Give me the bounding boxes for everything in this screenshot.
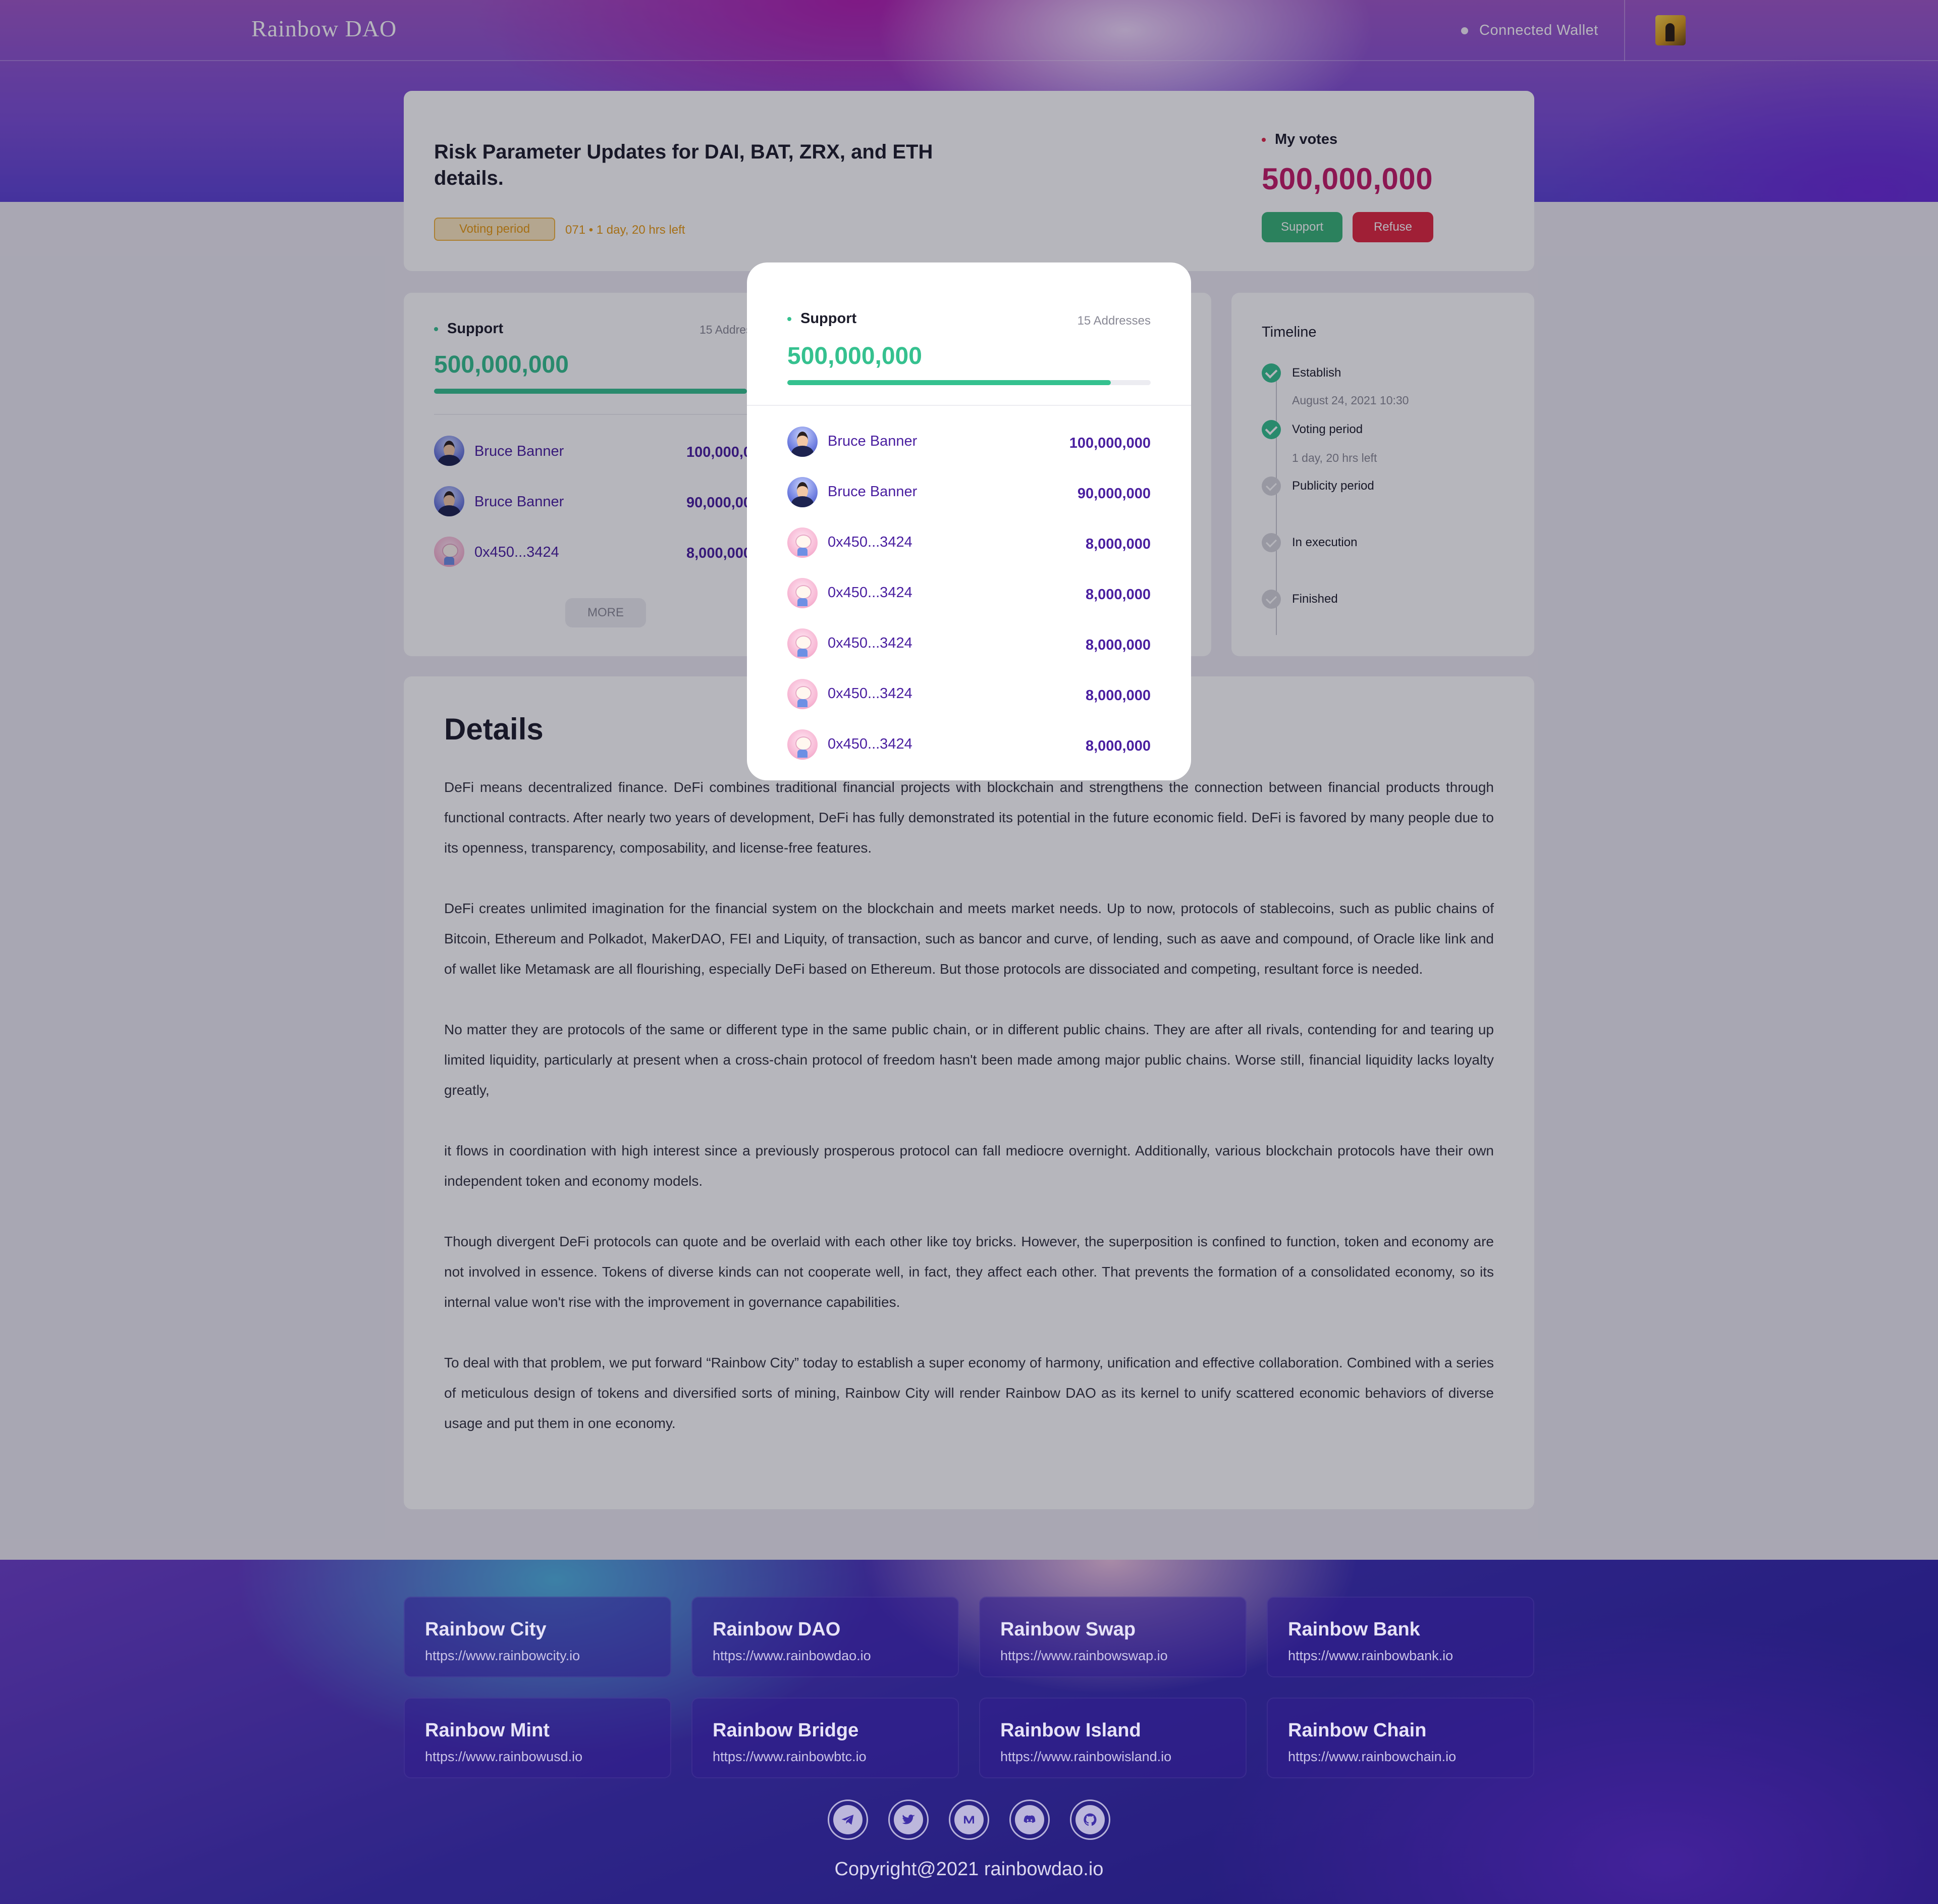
copyright: Copyright@2021 rainbowdao.io [834, 1859, 1104, 1880]
footer-shade [0, 1560, 1938, 1904]
voter-amount: 8,000,000 [1085, 536, 1151, 552]
project-url: https://www.rainbowisland.io [1000, 1749, 1172, 1764]
project-url: https://www.rainbowbank.io [1288, 1648, 1453, 1663]
project-url: https://www.rainbowusd.io [425, 1749, 583, 1764]
toy-avatar [787, 527, 818, 558]
footer-project-link[interactable]: Rainbow Island https://www.rainbowisland… [979, 1698, 1247, 1778]
twitter-glyph [902, 1814, 915, 1824]
divider [747, 405, 1191, 406]
modal-support-label-text: Support [800, 310, 857, 327]
toy-avatar [787, 578, 818, 608]
project-name: Rainbow City [425, 1619, 547, 1640]
footer-project-link[interactable]: Rainbow Swap https://www.rainbowswap.io [979, 1597, 1247, 1677]
footer-project-link[interactable]: Rainbow Bridge https://www.rainbowbtc.io [691, 1698, 959, 1778]
modal-support-label: Support [787, 310, 856, 327]
modal-progress-track [787, 380, 1151, 385]
project-name: Rainbow Mint [425, 1720, 550, 1741]
footer-project-link[interactable]: Rainbow DAO https://www.rainbowdao.io [691, 1597, 959, 1677]
medium-icon[interactable] [949, 1800, 989, 1840]
project-url: https://www.rainbowbtc.io [713, 1749, 867, 1764]
project-name: Rainbow Bank [1288, 1619, 1420, 1640]
voter-name: 0x450...3424 [828, 534, 912, 550]
project-url: https://www.rainbowdao.io [713, 1648, 871, 1663]
discord-icon[interactable] [1009, 1800, 1050, 1840]
list-item[interactable]: 0x450...3424 8,000,000 [787, 679, 1151, 709]
voter-name: 0x450...3424 [828, 585, 912, 601]
telegram-glyph [841, 1815, 854, 1825]
project-url: https://www.rainbowcity.io [425, 1648, 580, 1663]
list-item[interactable]: 0x450...3424 8,000,000 [787, 729, 1151, 760]
list-item[interactable]: 0x450...3424 8,000,000 [787, 578, 1151, 608]
voter-amount: 8,000,000 [1085, 587, 1151, 603]
person-avatar [787, 427, 818, 457]
green-dot-icon [787, 316, 791, 321]
voter-name: 0x450...3424 [828, 635, 912, 651]
project-name: Rainbow Swap [1000, 1619, 1136, 1640]
modal-address-count: 15 Addresses [1077, 314, 1151, 328]
modal-progress-fill [787, 380, 1111, 385]
project-name: Rainbow Chain [1288, 1720, 1427, 1741]
voter-name: Bruce Banner [828, 433, 918, 449]
project-name: Rainbow Island [1000, 1720, 1141, 1741]
support-voters-modal: Support 15 Addresses 500,000,000 Bruce B… [747, 262, 1191, 780]
footer-project-link[interactable]: Rainbow Bank https://www.rainbowbank.io [1267, 1597, 1534, 1677]
list-item[interactable]: 0x450...3424 8,000,000 [787, 527, 1151, 558]
project-url: https://www.rainbowchain.io [1288, 1749, 1457, 1764]
voter-name: 0x450...3424 [828, 685, 912, 702]
voter-amount: 100,000,000 [1069, 435, 1151, 451]
voter-name: 0x450...3424 [828, 736, 912, 752]
toy-avatar [787, 729, 818, 760]
footer-project-link[interactable]: Rainbow Chain https://www.rainbowchain.i… [1267, 1698, 1534, 1778]
toy-avatar [787, 679, 818, 709]
telegram-icon[interactable] [828, 1800, 868, 1840]
voter-amount: 8,000,000 [1085, 637, 1151, 653]
voter-name: Bruce Banner [828, 484, 918, 500]
list-item[interactable]: Bruce Banner 90,000,000 [787, 477, 1151, 507]
voter-amount: 8,000,000 [1085, 738, 1151, 754]
person-avatar [787, 477, 818, 507]
project-url: https://www.rainbowswap.io [1000, 1648, 1168, 1663]
list-item[interactable]: Bruce Banner 100,000,000 [787, 427, 1151, 457]
github-glyph [1084, 1813, 1097, 1826]
list-item[interactable]: 0x450...3424 8,000,000 [787, 628, 1151, 659]
footer-project-link[interactable]: Rainbow Mint https://www.rainbowusd.io [404, 1698, 671, 1778]
modal-support-total: 500,000,000 [787, 343, 922, 369]
discord-glyph [1024, 1815, 1036, 1823]
project-name: Rainbow Bridge [713, 1720, 859, 1741]
twitter-icon[interactable] [888, 1800, 929, 1840]
footer [0, 1560, 1938, 1904]
medium-glyph [964, 1816, 974, 1824]
github-icon[interactable] [1070, 1800, 1110, 1840]
footer-project-link[interactable]: Rainbow City https://www.rainbowcity.io [404, 1597, 671, 1677]
voter-amount: 8,000,000 [1085, 687, 1151, 704]
voter-amount: 90,000,000 [1077, 486, 1151, 502]
project-name: Rainbow DAO [713, 1619, 841, 1640]
toy-avatar [787, 628, 818, 659]
